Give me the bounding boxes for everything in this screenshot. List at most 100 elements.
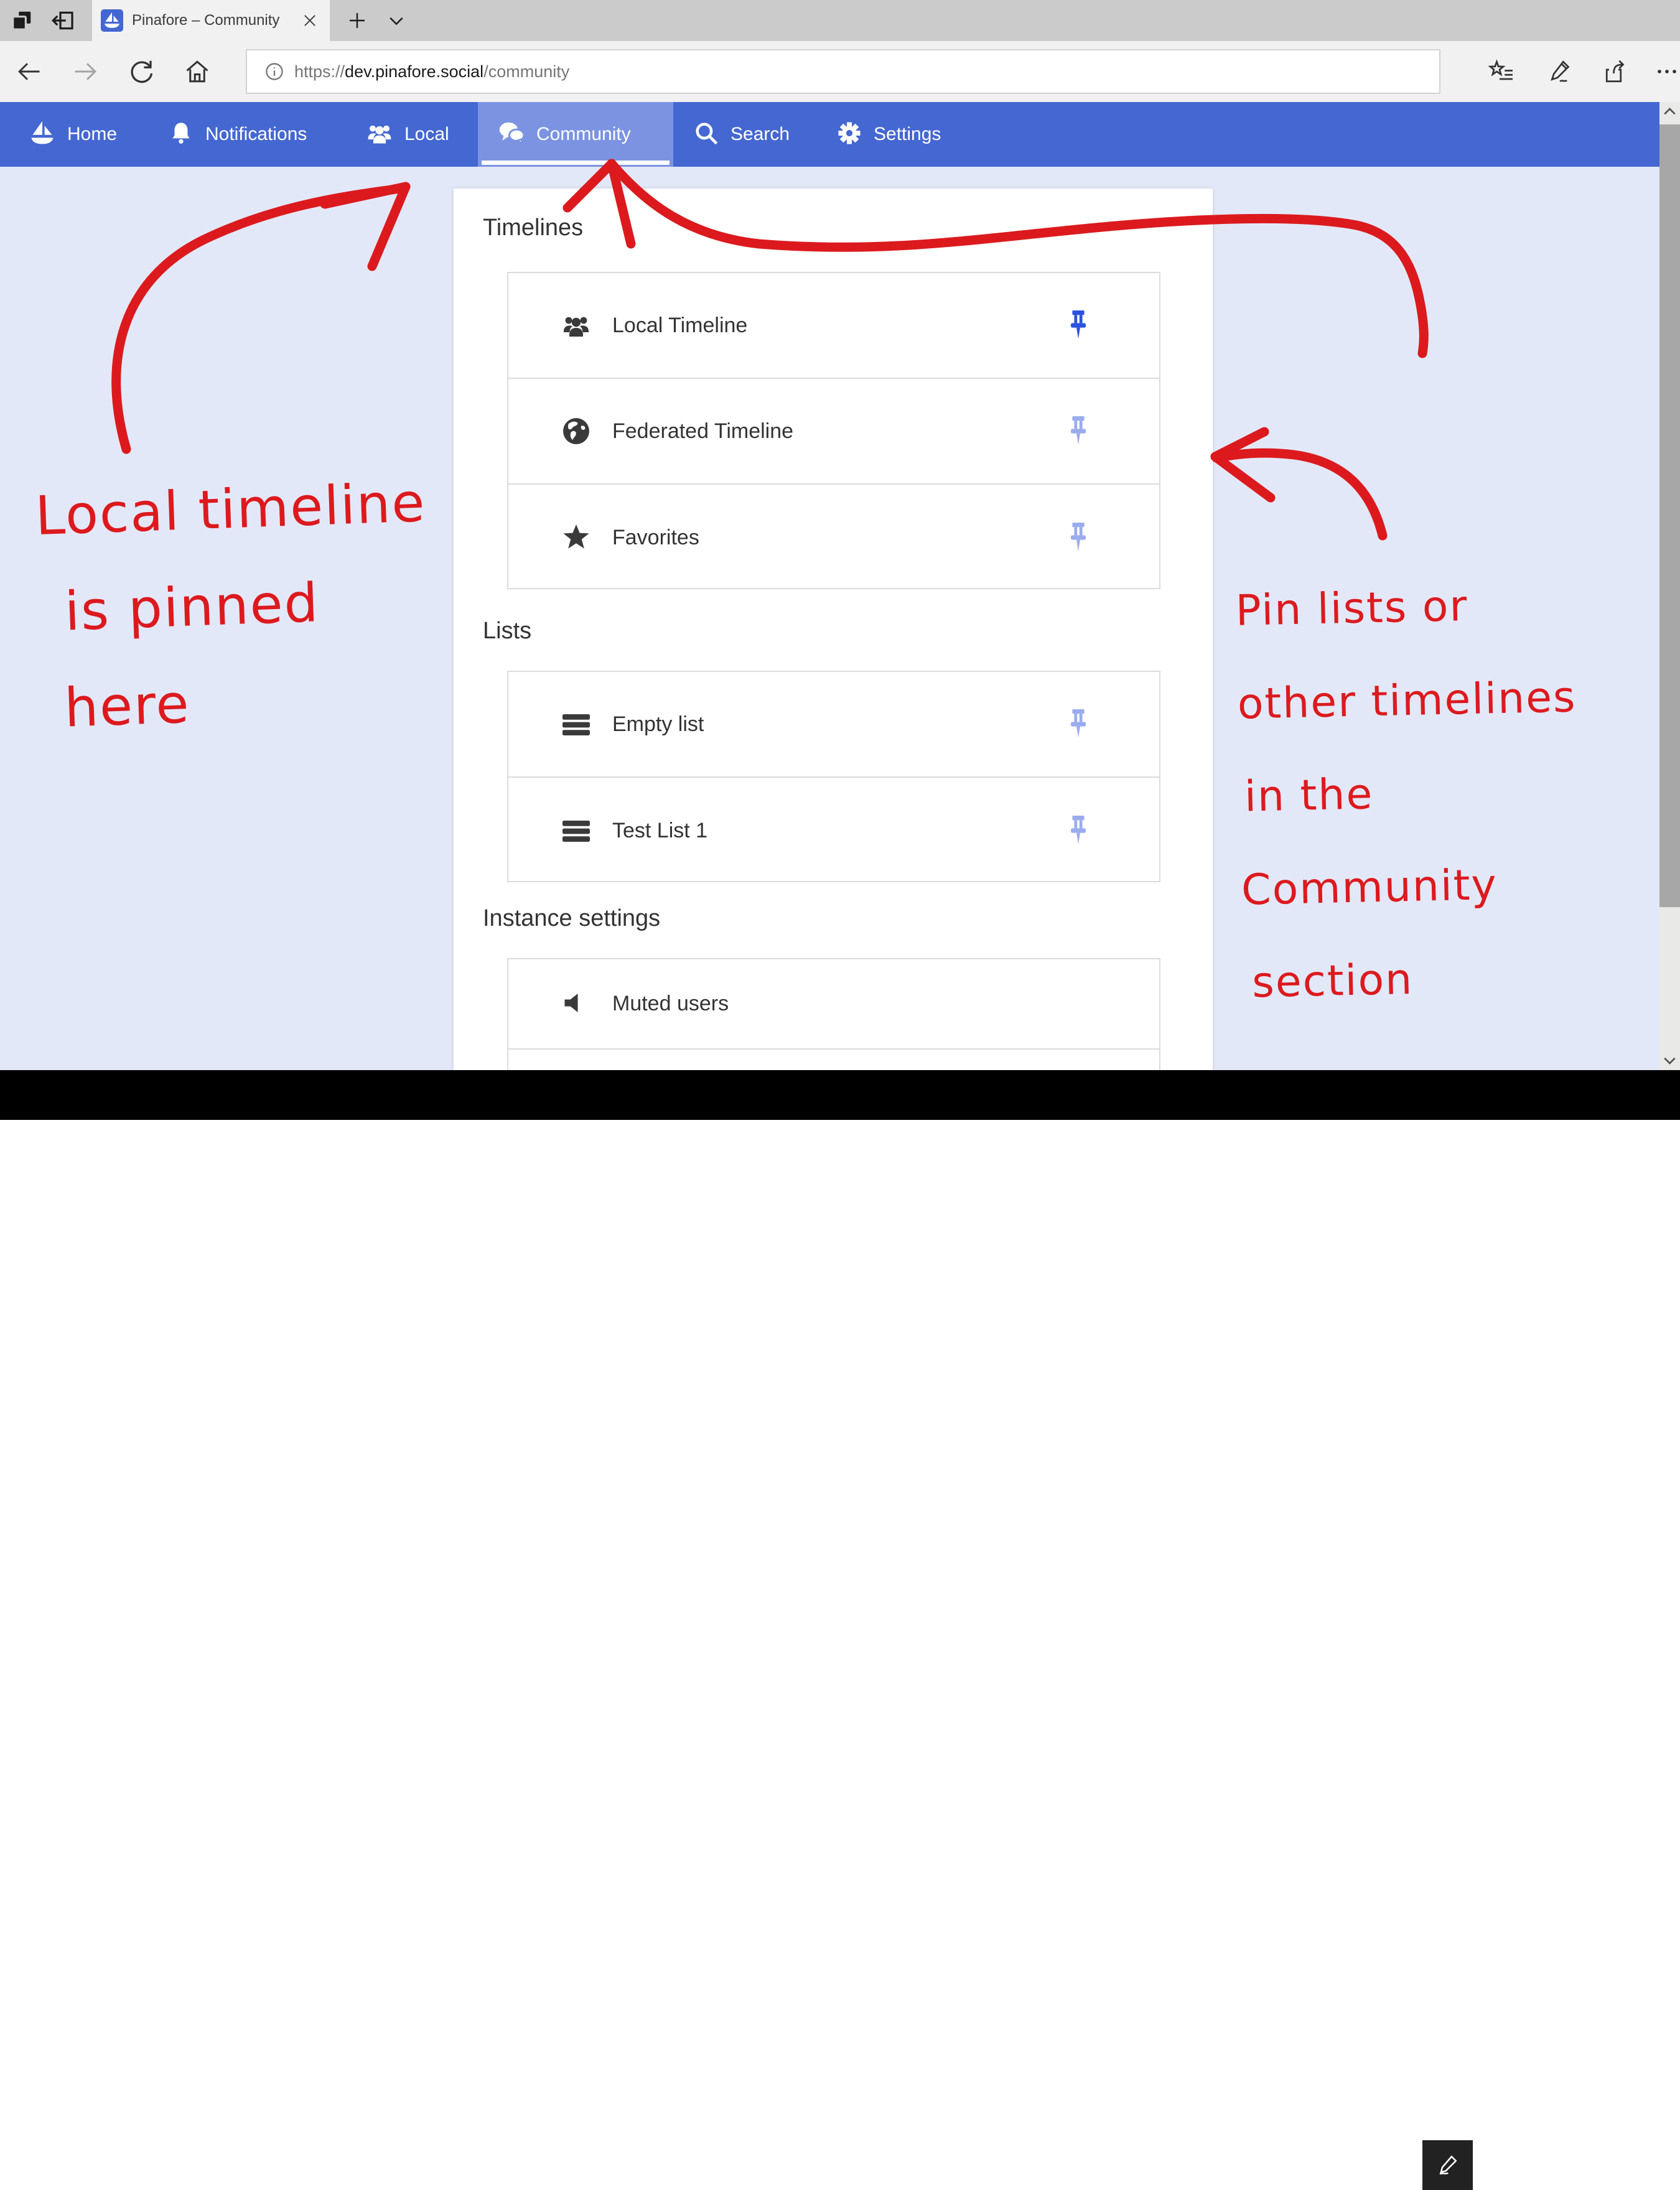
back-icon[interactable] — [16, 58, 42, 85]
gear-icon — [836, 120, 862, 149]
scrollbar[interactable] — [1659, 102, 1680, 1070]
users-icon — [561, 310, 591, 340]
row-partial-hidden[interactable] — [508, 1050, 1159, 1071]
scrollbar-up-icon[interactable] — [1659, 102, 1680, 123]
nav-label: Settings — [874, 124, 941, 145]
url-scheme: https:// — [294, 62, 345, 81]
nav-item-community[interactable]: Community — [498, 102, 631, 167]
section-heading-instance-settings: Instance settings — [483, 905, 660, 932]
nav-label: Home — [67, 124, 117, 145]
browser-tab[interactable]: Pinafore – Community — [92, 0, 330, 41]
tab-preview-icon[interactable] — [10, 9, 34, 32]
taskbar-back-icon[interactable] — [115, 2154, 138, 2176]
clock-time: 10:40 PM — [1512, 2145, 1605, 2165]
new-tab-icon[interactable] — [346, 9, 368, 32]
taskbar-clock[interactable]: 10:40 PM 4/1/2018 — [1512, 2145, 1605, 2185]
row-muted-users[interactable]: Muted users — [508, 959, 1159, 1050]
more-ellipsis-icon[interactable] — [1654, 58, 1680, 85]
web-notes-pen-icon[interactable] — [1547, 58, 1573, 85]
users-icon — [366, 119, 393, 150]
timelines-group: Local Timeline Federated Timeline Favori — [507, 272, 1160, 589]
row-label: Test List 1 — [612, 778, 707, 883]
browser-tab-bar: Pinafore – Community — [0, 0, 1680, 41]
windows-taskbar: 10:40 PM 4/1/2018 — [0, 1070, 1680, 1120]
home-icon[interactable] — [184, 58, 210, 85]
row-empty-list[interactable]: Empty list — [508, 672, 1159, 778]
note-line: is pinned — [63, 551, 431, 660]
scrollbar-thumb[interactable] — [1659, 124, 1680, 907]
handwritten-note-right: Pin lists or other timelines in the Comm… — [1234, 557, 1583, 1030]
start-button-icon[interactable] — [25, 2154, 47, 2176]
screen: Pinafore – Community htt — [0, 0, 1680, 1120]
nav-label: Local — [404, 124, 449, 145]
instance-settings-group: Muted users — [507, 958, 1160, 1070]
list-icon — [561, 816, 591, 846]
pinafore-nav-bar: Home Notifications Local Community Searc — [0, 102, 1680, 167]
note-line: section — [1251, 930, 1584, 1030]
tab-list-chevron-icon[interactable] — [386, 12, 407, 29]
muted-speaker-icon — [561, 989, 591, 1019]
pin-icon[interactable] — [1069, 816, 1088, 846]
star-icon — [561, 523, 591, 552]
pin-icon[interactable] — [1069, 709, 1088, 739]
scrollbar-down-icon[interactable] — [1659, 1050, 1680, 1070]
handwritten-note-left: Local timeline is pinned here — [34, 455, 434, 757]
url-text: https://dev.pinafore.social/community — [294, 50, 569, 93]
nav-label: Community — [536, 124, 631, 145]
row-federated-timeline[interactable]: Federated Timeline — [508, 379, 1159, 485]
row-label: Muted users — [612, 959, 729, 1048]
row-local-timeline[interactable]: Local Timeline — [508, 273, 1159, 379]
hub-favorites-icon[interactable] — [1488, 58, 1514, 85]
browser-toolbar: https://dev.pinafore.social/community — [0, 41, 1680, 102]
pin-icon[interactable] — [1069, 523, 1088, 552]
lists-group: Empty list Test List 1 — [507, 671, 1160, 882]
sailboat-icon — [29, 119, 56, 150]
cortana-icon[interactable] — [205, 2154, 228, 2176]
pin-icon[interactable] — [1069, 416, 1088, 446]
pin-icon[interactable] — [1069, 310, 1088, 340]
nav-item-home[interactable]: Home — [29, 102, 117, 167]
set-tabs-aside-icon[interactable] — [51, 9, 75, 32]
list-icon — [561, 709, 591, 739]
nav-item-search[interactable]: Search — [693, 102, 790, 167]
row-label: Local Timeline — [612, 273, 747, 378]
row-label: Favorites — [612, 485, 699, 590]
note-line: Community — [1241, 837, 1582, 937]
row-label: Federated Timeline — [612, 379, 793, 483]
action-center-icon[interactable] — [1625, 2154, 1648, 2176]
pinafore-favicon-icon — [101, 9, 123, 32]
row-label: Empty list — [612, 672, 704, 776]
row-favorites[interactable]: Favorites — [508, 485, 1159, 590]
bell-icon — [168, 120, 194, 149]
nav-item-local[interactable]: Local — [366, 102, 449, 167]
clock-date: 4/1/2018 — [1512, 2165, 1605, 2185]
tab-close-icon[interactable] — [301, 12, 319, 29]
note-line: Local timeline — [34, 455, 427, 565]
search-icon — [693, 120, 719, 149]
note-line: in the — [1243, 744, 1579, 844]
nav-item-notifications[interactable]: Notifications — [168, 102, 307, 167]
nav-label: Notifications — [205, 124, 307, 145]
refresh-icon[interactable] — [128, 58, 154, 85]
globe-icon — [561, 416, 591, 446]
row-test-list-1[interactable]: Test List 1 — [508, 778, 1159, 883]
touch-keyboard-icon[interactable] — [1481, 2153, 1503, 2175]
chat-bubbles-icon — [498, 119, 525, 150]
url-host: dev.pinafore.social — [345, 62, 483, 81]
note-line: here — [63, 648, 434, 757]
site-info-icon[interactable] — [264, 62, 284, 82]
wifi-icon[interactable] — [1332, 2154, 1354, 2176]
note-line: Pin lists or — [1234, 557, 1575, 658]
battery-icon[interactable] — [1281, 2154, 1303, 2176]
note-line: other timelines — [1236, 651, 1577, 751]
windows-ink-tile[interactable] — [1422, 2140, 1473, 2190]
section-heading-lists: Lists — [483, 618, 531, 645]
section-heading-timelines: Timelines — [483, 215, 583, 241]
nav-item-settings[interactable]: Settings — [836, 102, 941, 167]
share-icon[interactable] — [1602, 58, 1628, 85]
nav-label: Search — [730, 124, 790, 145]
volume-muted-icon[interactable] — [1380, 2154, 1402, 2176]
forward-icon[interactable] — [72, 58, 98, 85]
address-bar[interactable]: https://dev.pinafore.social/community — [246, 49, 1440, 94]
community-page-card: Timelines Local Timeline Federated Timel… — [454, 189, 1213, 1070]
